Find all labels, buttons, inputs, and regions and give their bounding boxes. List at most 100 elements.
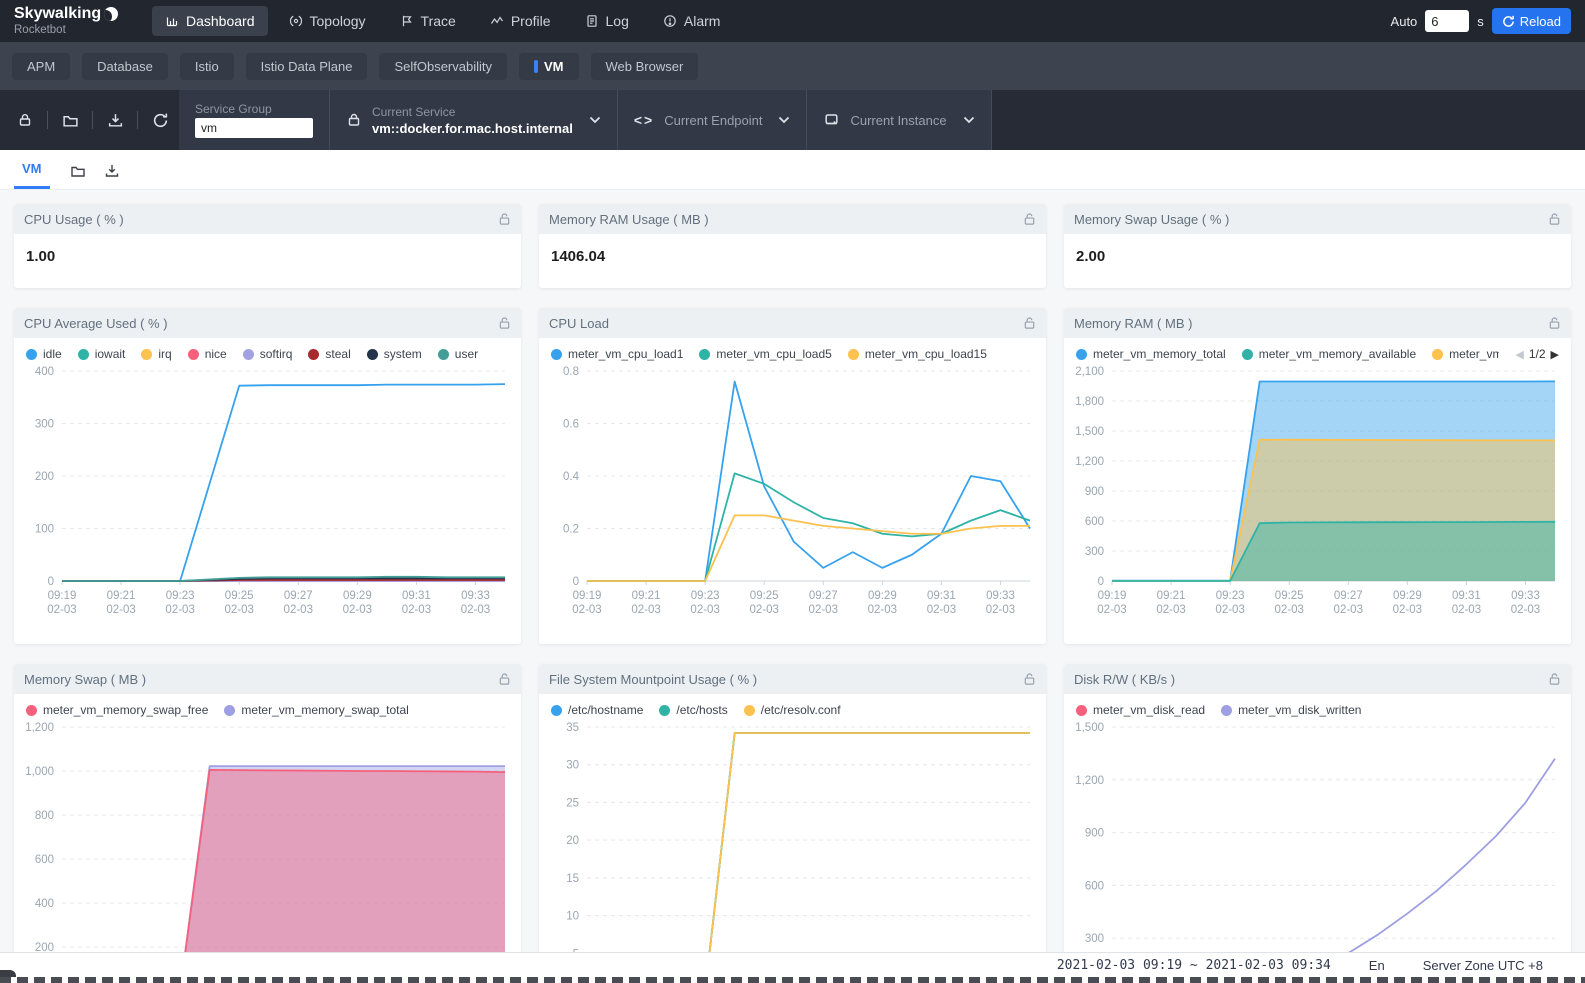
legend-dot (308, 349, 319, 360)
legend-item-softirq[interactable]: softirq (243, 347, 293, 361)
lock-icon[interactable] (498, 212, 511, 226)
legend-item--etc-hostname[interactable]: /etc/hostname (551, 703, 643, 717)
current-instance-selector[interactable]: Current Instance (807, 90, 990, 150)
lock-icon[interactable] (1548, 212, 1561, 226)
dashboard-tab-database[interactable]: Database (82, 53, 168, 80)
legend-item-meter-vm-memory-swap-total[interactable]: meter_vm_memory_swap_total (224, 703, 408, 717)
tab-vm[interactable]: VM (14, 161, 50, 189)
lock-icon[interactable] (498, 672, 511, 686)
nav-item-log[interactable]: Log (572, 6, 642, 36)
svg-text:0: 0 (48, 576, 54, 588)
folder-icon[interactable] (68, 161, 88, 181)
card-title: Memory Swap Usage ( % ) (1074, 212, 1229, 227)
legend-item-meter-vm-memory-total[interactable]: meter_vm_memory_total (1076, 347, 1226, 361)
legend-item-meter-vm-memory-available[interactable]: meter_vm_memory_available (1242, 347, 1416, 361)
chart-plot: 03006009001,2001,5001,8002,10009:1902-03… (1064, 363, 1571, 621)
lock-icon[interactable] (1023, 672, 1036, 686)
legend-item-meter-vm[interactable]: meter_vm (1432, 347, 1499, 361)
svg-text:02-03: 02-03 (1156, 604, 1185, 616)
legend-item-meter-vm-cpu-load15[interactable]: meter_vm_cpu_load15 (848, 347, 987, 361)
current-service-selector[interactable]: Current Service vm::docker.for.mac.host.… (330, 90, 617, 150)
chart-card-memory-swap: Memory Swap ( MB ) meter_vm_memory_swap_… (14, 664, 521, 983)
lock-icon[interactable] (1023, 316, 1036, 330)
legend-item-irq[interactable]: irq (141, 347, 171, 361)
legend-item-meter-vm-memory-swap-free[interactable]: meter_vm_memory_swap_free (26, 703, 208, 717)
legend-dot (224, 705, 235, 716)
chevron-down-icon (963, 116, 975, 124)
chevron-down-icon (589, 116, 601, 124)
card-title: Memory RAM Usage ( MB ) (549, 212, 709, 227)
chart-legend: meter_vm_memory_swap_free meter_vm_memory… (14, 694, 521, 719)
dashboard-tab-web-browser[interactable]: Web Browser (591, 53, 699, 80)
legend-prev-icon[interactable]: ◀ (1515, 348, 1523, 361)
legend-dot (1432, 349, 1443, 360)
lock-icon[interactable] (1023, 212, 1036, 226)
svg-text:2,100: 2,100 (1075, 366, 1104, 378)
svg-text:02-03: 02-03 (1393, 604, 1422, 616)
legend-item-meter-vm-cpu-load5[interactable]: meter_vm_cpu_load5 (699, 347, 831, 361)
dashboard-content: CPU Usage ( % ) 1.00 Memory RAM Usage ( … (0, 190, 1585, 983)
svg-text:02-03: 02-03 (47, 604, 76, 616)
nav-item-trace[interactable]: Trace (387, 6, 469, 36)
legend-item-idle[interactable]: idle (26, 347, 62, 361)
legend-item-nice[interactable]: nice (188, 347, 227, 361)
service-group-input[interactable] (195, 118, 313, 138)
legend-next-icon[interactable]: ▶ (1551, 348, 1559, 361)
brand-subtitle: Rocketbot (14, 24, 134, 36)
legend-item-meter-vm-disk-written[interactable]: meter_vm_disk_written (1221, 703, 1361, 717)
toolbar-icon-group (0, 90, 179, 150)
legend-item-iowait[interactable]: iowait (78, 347, 126, 361)
auto-refresh-interval-input[interactable] (1425, 10, 1469, 32)
endpoint-code-icon: <> (634, 112, 654, 128)
svg-text:09:23: 09:23 (1216, 590, 1245, 602)
nav-item-profile[interactable]: Profile (477, 6, 564, 36)
brand-title: Skywalking (14, 6, 101, 23)
dashboard-tab-selfobservability[interactable]: SelfObservability (379, 53, 507, 80)
refresh-icon[interactable] (145, 105, 175, 135)
nav-item-topology[interactable]: Topology (276, 6, 379, 36)
legend-item-meter-vm-disk-read[interactable]: meter_vm_disk_read (1076, 703, 1205, 717)
svg-text:900: 900 (1085, 486, 1104, 498)
legend-dot (438, 349, 449, 360)
lock-icon[interactable] (498, 316, 511, 330)
legend-item-system[interactable]: system (367, 347, 422, 361)
legend-item-steal[interactable]: steal (308, 347, 350, 361)
legend-item--etc-resolv-conf[interactable]: /etc/resolv.conf (744, 703, 841, 717)
time-range-picker[interactable]: 2021-02-03 09:19 ~ 2021-02-03 09:34 (1057, 958, 1331, 973)
dashboard-tab-istio-data-plane[interactable]: Istio Data Plane (246, 53, 368, 80)
dashboard-tab-apm[interactable]: APM (12, 53, 70, 80)
svg-text:35: 35 (566, 722, 579, 734)
dashboard-tab-istio[interactable]: Istio (180, 53, 234, 80)
lock-icon[interactable] (1548, 672, 1561, 686)
page-tab-bar: VM (0, 150, 1585, 190)
log-icon (585, 14, 599, 28)
current-service-label: Current Service (372, 105, 573, 119)
nav-item-dashboard[interactable]: Dashboard (152, 6, 268, 36)
lock-icon[interactable] (1548, 316, 1561, 330)
reload-button[interactable]: Reload (1492, 8, 1571, 34)
chart-plot: 00.20.40.60.809:1902-0309:2102-0309:2302… (539, 363, 1046, 621)
server-zone-setting[interactable]: Server Zone UTC +8 (1423, 958, 1543, 973)
svg-text:02-03: 02-03 (284, 604, 313, 616)
folder-icon[interactable] (55, 105, 85, 135)
svg-text:0.6: 0.6 (563, 419, 579, 431)
download-icon[interactable] (102, 161, 122, 181)
legend-dot (141, 349, 152, 360)
nav-item-alarm[interactable]: Alarm (650, 6, 734, 36)
download-icon[interactable] (100, 105, 130, 135)
svg-text:02-03: 02-03 (572, 604, 601, 616)
language-switch[interactable]: En (1369, 958, 1385, 973)
svg-text:800: 800 (35, 810, 54, 822)
svg-text:09:29: 09:29 (1393, 590, 1422, 602)
svg-text:09:33: 09:33 (986, 590, 1015, 602)
svg-text:30: 30 (566, 760, 579, 772)
legend-item--etc-hosts[interactable]: /etc/hosts (659, 703, 727, 717)
legend-item-meter-vm-cpu-load1[interactable]: meter_vm_cpu_load1 (551, 347, 683, 361)
lock-icon[interactable] (10, 105, 40, 135)
svg-text:02-03: 02-03 (106, 604, 135, 616)
refresh-icon (1502, 15, 1515, 28)
current-endpoint-selector[interactable]: <> Current Endpoint (618, 90, 807, 150)
dashboard-tab-vm[interactable]: VM (519, 53, 579, 80)
legend-item-user[interactable]: user (438, 347, 478, 361)
legend-dot (551, 705, 562, 716)
